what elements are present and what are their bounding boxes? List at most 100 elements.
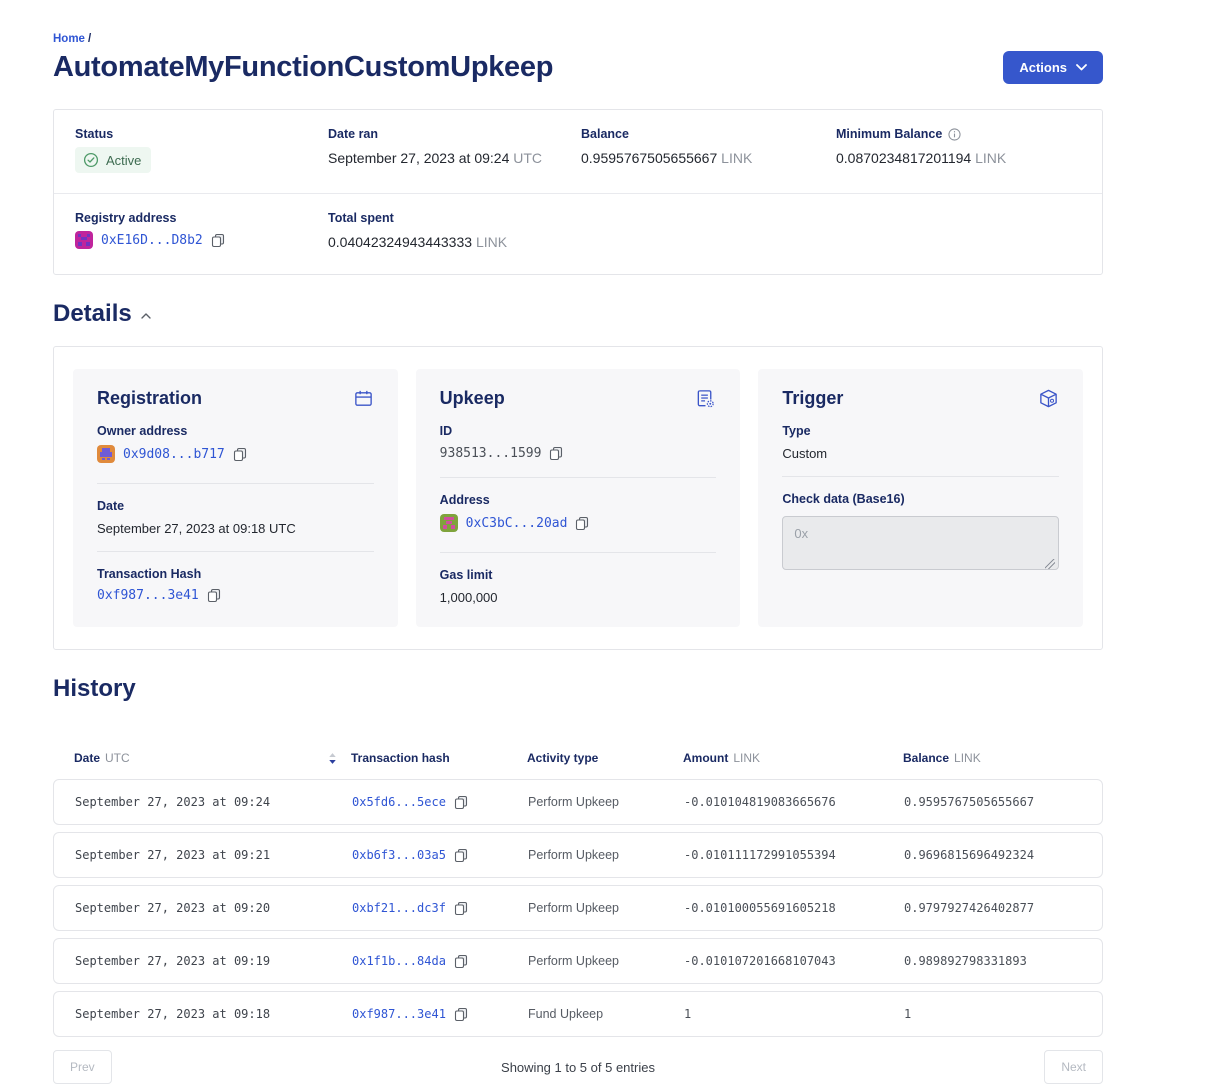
trigger-title: Trigger	[782, 388, 843, 409]
divider	[782, 476, 1059, 477]
page-title: AutomateMyFunctionCustomUpkeep	[53, 51, 553, 84]
details-heading: Details	[53, 300, 1103, 328]
check-circle-icon	[83, 152, 99, 168]
summary-row-1: Status Active Date ran September 27, 202…	[54, 110, 1102, 193]
pagination-summary: Showing 1 to 5 of 5 entries	[501, 1060, 655, 1075]
registry-address-field: Registry address 0xE16D...D8b2	[75, 211, 328, 254]
copy-icon[interactable]	[454, 795, 468, 810]
check-data-field: Check data (Base16)	[782, 492, 1059, 575]
table-row: September 27, 2023 at 09:24 0x5fd6...5ec…	[53, 779, 1103, 825]
upkeep-address-link[interactable]: 0xC3bC...20ad	[466, 516, 568, 531]
copy-icon[interactable]	[207, 588, 221, 603]
table-row: September 27, 2023 at 09:21 0xb6f3...03a…	[53, 832, 1103, 878]
calendar-icon	[353, 388, 374, 409]
upkeep-address-label: Address	[440, 493, 717, 507]
balance-unit: LINK	[721, 150, 752, 166]
registration-date-value: September 27, 2023 at 09:18 UTC	[97, 521, 374, 536]
trigger-card: Trigger Type Custom Check data (Base16)	[758, 369, 1083, 627]
tx-hash-link[interactable]: 0xf987...3e41	[352, 1007, 446, 1021]
date-ran-value: September 27, 2023 at 09:24 UTC	[328, 150, 581, 166]
chevron-down-icon	[1076, 64, 1087, 71]
copy-icon[interactable]	[211, 233, 225, 248]
registration-date-field: Date September 27, 2023 at 09:18 UTC	[97, 499, 374, 536]
trigger-type-field: Type Custom	[782, 424, 1059, 461]
row-amount: -0.010100055691605218	[684, 901, 904, 915]
status-badge: Active	[75, 147, 151, 173]
row-amount: -0.010104819083665676	[684, 795, 904, 809]
divider	[440, 477, 717, 478]
row-date: September 27, 2023 at 09:24	[75, 795, 352, 809]
date-ran-field: Date ran September 27, 2023 at 09:24 UTC	[328, 127, 581, 173]
row-balance: 1	[904, 1007, 1102, 1021]
row-date: September 27, 2023 at 09:19	[75, 954, 352, 968]
row-amount: -0.010111172991055394	[684, 848, 904, 862]
row-balance: 0.9696815696492324	[904, 848, 1102, 862]
registry-address-link[interactable]: 0xE16D...D8b2	[101, 233, 203, 248]
copy-icon[interactable]	[454, 954, 468, 969]
tx-hash-link[interactable]: 0xb6f3...03a5	[352, 848, 446, 862]
transaction-hash-field: Transaction Hash 0xf987...3e41	[97, 567, 374, 604]
info-icon[interactable]	[948, 128, 961, 141]
row-activity: Perform Upkeep	[528, 954, 684, 968]
column-header-activity-type: Activity type	[527, 751, 683, 765]
upkeep-id-field: ID 938513...1599	[440, 424, 717, 462]
date-ran-label: Date ran	[328, 127, 581, 141]
history-table-header: DateUTC Transaction hash Activity type A…	[53, 737, 1103, 779]
history-rows: September 27, 2023 at 09:24 0x5fd6...5ec…	[53, 779, 1103, 1037]
actions-button[interactable]: Actions	[1003, 51, 1103, 84]
cube-icon	[1038, 388, 1059, 409]
check-data-textarea[interactable]	[782, 516, 1059, 570]
total-spent-value: 0.04042324943443333 LINK	[328, 234, 581, 250]
row-activity: Fund Upkeep	[528, 1007, 684, 1021]
sort-icon[interactable]	[328, 752, 337, 765]
page-content: Home/ AutomateMyFunctionCustomUpkeep Act…	[53, 0, 1103, 1084]
row-amount: 1	[684, 1007, 904, 1021]
copy-icon[interactable]	[454, 1007, 468, 1022]
row-amount: -0.010107201668107043	[684, 954, 904, 968]
table-row: September 27, 2023 at 09:18 0xf987...3e4…	[53, 991, 1103, 1037]
row-activity: Perform Upkeep	[528, 795, 684, 809]
min-balance-value: 0.0870234817201194 LINK	[836, 150, 1102, 166]
balance-value: 0.9595767505655667 LINK	[581, 150, 836, 166]
table-row: September 27, 2023 at 09:19 0x1f1b...84d…	[53, 938, 1103, 984]
check-data-label: Check data (Base16)	[782, 492, 1059, 506]
min-balance-unit: LINK	[975, 150, 1006, 166]
history-heading: History	[53, 675, 1103, 703]
prev-button[interactable]: Prev	[53, 1050, 112, 1084]
status-field: Status Active	[75, 127, 328, 173]
registration-title: Registration	[97, 388, 202, 409]
row-date: September 27, 2023 at 09:20	[75, 901, 352, 915]
min-balance-field: Minimum Balance 0.0870234817201194 LINK	[836, 127, 1102, 173]
summary-row-2: Registry address 0xE16D...D8b2 Total spe…	[54, 194, 1102, 274]
owner-address-link[interactable]: 0x9d08...b717	[123, 447, 225, 462]
copy-icon[interactable]	[454, 901, 468, 916]
next-button[interactable]: Next	[1044, 1050, 1103, 1084]
table-row: September 27, 2023 at 09:20 0xbf21...dc3…	[53, 885, 1103, 931]
gas-limit-field: Gas limit 1,000,000	[440, 568, 717, 605]
tx-hash-link[interactable]: 0x5fd6...5ece	[352, 795, 446, 809]
copy-icon[interactable]	[454, 848, 468, 863]
column-header-date[interactable]: DateUTC	[74, 751, 351, 765]
row-date: September 27, 2023 at 09:21	[75, 848, 352, 862]
column-header-amount: AmountLINK	[683, 751, 903, 765]
trigger-type-value: Custom	[782, 446, 1059, 461]
owner-identicon	[97, 445, 115, 463]
row-activity: Perform Upkeep	[528, 901, 684, 915]
copy-icon[interactable]	[549, 446, 563, 461]
transaction-hash-link[interactable]: 0xf987...3e41	[97, 588, 199, 603]
copy-icon[interactable]	[575, 516, 589, 531]
tx-hash-link[interactable]: 0x1f1b...84da	[352, 954, 446, 968]
copy-icon[interactable]	[233, 447, 247, 462]
owner-address-field: Owner address 0x9d08...b717	[97, 424, 374, 468]
upkeep-address-field: Address 0xC3bC...20ad	[440, 493, 717, 537]
details-container: Registration Owner address 0x9d08...b717	[53, 346, 1103, 650]
chevron-up-icon[interactable]	[141, 313, 151, 319]
breadcrumb-home-link[interactable]: Home	[53, 33, 85, 45]
date-ran-unit: UTC	[513, 150, 542, 166]
status-badge-text: Active	[106, 153, 141, 168]
upkeep-card: Upkeep ID 938513...1599 Address	[416, 369, 741, 627]
status-label: Status	[75, 127, 328, 141]
tx-hash-link[interactable]: 0xbf21...dc3f	[352, 901, 446, 915]
total-spent-unit: LINK	[476, 234, 507, 250]
min-balance-label: Minimum Balance	[836, 127, 1102, 141]
